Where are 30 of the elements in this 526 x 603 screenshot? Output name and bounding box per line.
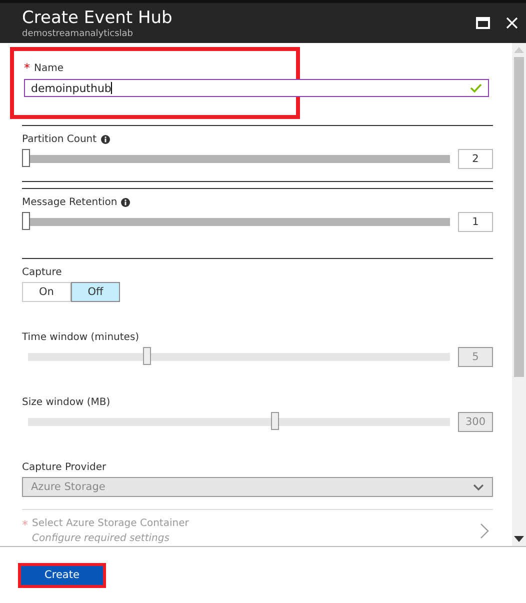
scrollbar-thumb[interactable] xyxy=(514,57,524,377)
chevron-down-icon xyxy=(473,484,484,490)
toggle-option[interactable]: On xyxy=(22,282,71,302)
scrollbar[interactable] xyxy=(512,43,526,546)
slider-label: Time window (minutes) xyxy=(22,332,140,343)
capture-label: Capture xyxy=(22,267,62,278)
name-input[interactable]: demoinputhub xyxy=(24,79,489,97)
toggle-option[interactable]: Off xyxy=(71,282,120,302)
slider-label: Partition Count xyxy=(22,134,97,145)
create-button[interactable]: Create xyxy=(21,566,103,584)
field-label: Name xyxy=(34,62,64,74)
info-icon[interactable] xyxy=(121,198,130,207)
window-subtitle: demostreamanalyticslab xyxy=(22,28,134,38)
slider-label: Message Retention xyxy=(22,197,118,208)
value-box[interactable]: 1 xyxy=(458,212,493,232)
scroll-down-icon[interactable] xyxy=(514,536,524,542)
window-title: Create Event Hub xyxy=(22,8,172,28)
required-mark: * xyxy=(22,518,28,532)
close-icon[interactable] xyxy=(506,17,518,29)
info-icon[interactable] xyxy=(100,135,110,144)
container-label: Select Azure Storage Container xyxy=(32,518,189,531)
maximize-icon[interactable] xyxy=(476,17,490,29)
slider-label: Size window (MB) xyxy=(22,397,110,408)
chevron-right-icon xyxy=(480,523,489,539)
container-hint: Configure required settings xyxy=(32,533,170,544)
slider-thumb[interactable] xyxy=(22,212,30,230)
slider-thumb[interactable] xyxy=(22,149,30,167)
value-box[interactable]: 2 xyxy=(458,149,493,169)
provider-label: Capture Provider xyxy=(22,462,106,473)
required-mark: * xyxy=(24,61,30,75)
